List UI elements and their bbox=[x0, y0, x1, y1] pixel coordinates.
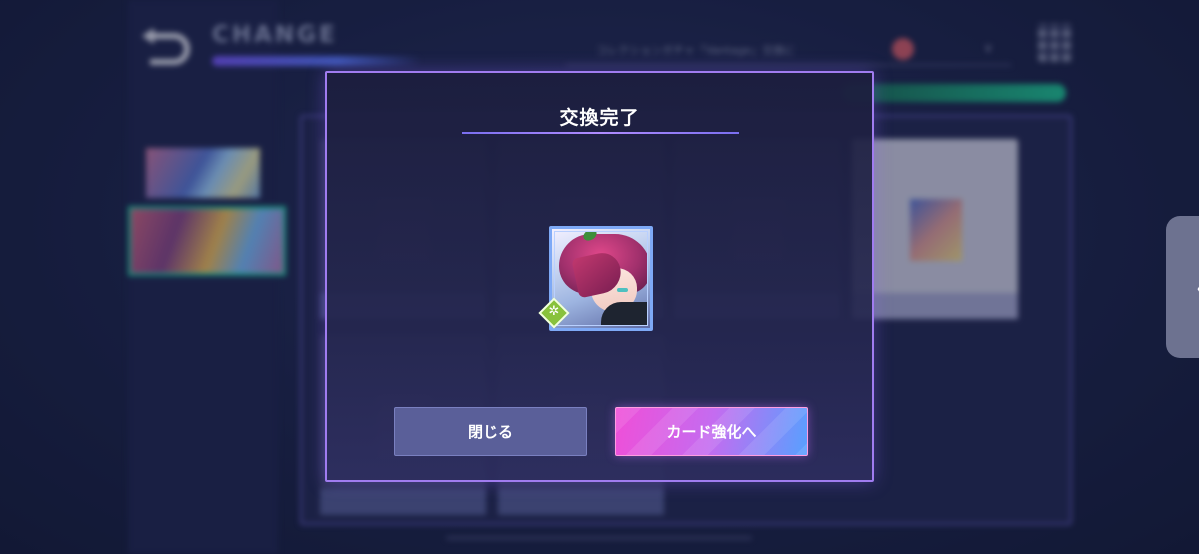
title-divider bbox=[462, 132, 739, 134]
dialog-title: 交換完了 bbox=[559, 107, 640, 129]
exchange-complete-dialog: 交換完了 ✲ 閉じる カード強化へ bbox=[325, 71, 874, 482]
close-button[interactable]: 閉じる bbox=[394, 407, 587, 456]
chevron-left-icon: 〈 bbox=[1174, 258, 1199, 316]
card-enhance-button[interactable]: カード強化へ bbox=[615, 407, 808, 456]
badge-symbol: ✲ bbox=[548, 304, 560, 319]
